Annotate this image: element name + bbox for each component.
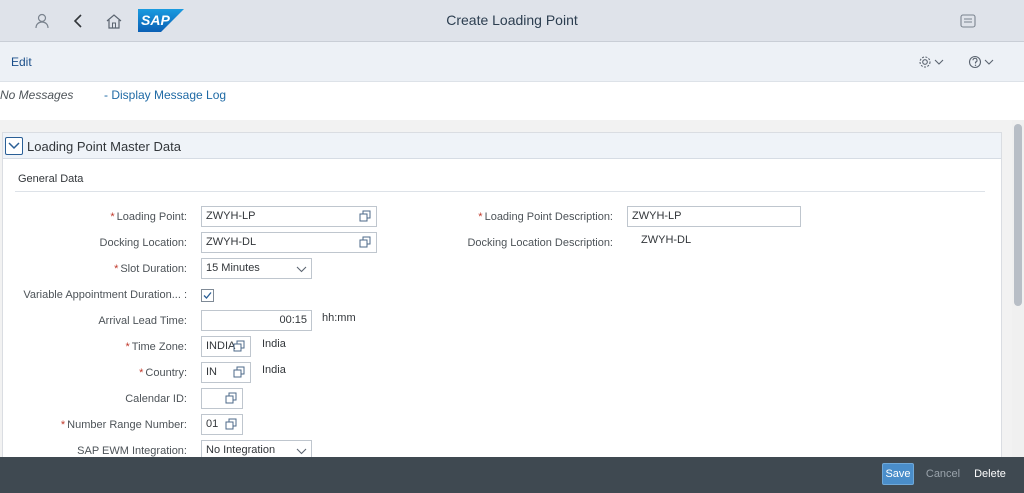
loading-point-input[interactable]: ZWYH-LP	[201, 206, 377, 227]
time-zone-label: * Time Zone:	[125, 341, 187, 353]
chevron-down-icon	[296, 448, 307, 455]
required-marker: *	[110, 211, 115, 223]
slot-duration-label: * Slot Duration:	[114, 263, 187, 275]
panel-header: Loading Point Master Data	[3, 133, 1001, 159]
required-marker: *	[139, 367, 144, 379]
chevron-down-icon	[984, 59, 994, 65]
group-title: General Data	[18, 173, 84, 185]
chevron-down-icon	[934, 59, 944, 65]
arrival-lead-time-label: Arrival Lead Time:	[98, 315, 187, 327]
arrival-lead-time-unit: hh:mm	[322, 312, 356, 324]
loading-point-description-label: * Loading Point Description:	[478, 211, 613, 223]
save-button[interactable]: Save	[882, 463, 914, 485]
value-help-icon[interactable]	[225, 418, 237, 430]
sap-logo-text: SAP	[141, 12, 170, 28]
vertical-scrollbar[interactable]	[1012, 120, 1024, 457]
panel-title: Loading Point Master Data	[27, 139, 181, 154]
footer-toolbar: Save Cancel Delete	[0, 457, 1024, 493]
loading-point-description-input[interactable]: ZWYH-LP	[627, 206, 801, 227]
message-status: No Messages	[0, 88, 74, 102]
cancel-button[interactable]: Cancel	[924, 463, 962, 485]
number-range-input[interactable]: 01	[201, 414, 243, 435]
time-zone-text: India	[262, 338, 286, 350]
user-icon[interactable]	[30, 9, 54, 33]
master-data-panel: Loading Point Master Data General Data *…	[2, 132, 1002, 461]
required-marker: *	[125, 341, 130, 353]
group-divider	[15, 191, 985, 192]
shell-bar: SAP Create Loading Point	[0, 0, 1024, 42]
message-bar: No Messages - Display Message Log	[0, 82, 1024, 120]
collapse-button[interactable]	[5, 137, 23, 155]
value-help-icon[interactable]	[233, 340, 245, 352]
app-toolbar: Edit	[0, 42, 1024, 82]
sap-logo[interactable]: SAP	[138, 9, 184, 32]
loading-point-label: * Loading Point:	[110, 211, 187, 223]
docking-location-input[interactable]: ZWYH-DL	[201, 232, 377, 253]
value-help-icon[interactable]	[359, 210, 371, 222]
variable-appointment-checkbox[interactable]	[201, 289, 214, 302]
checkmark-icon	[203, 292, 212, 299]
country-label: * Country:	[139, 367, 187, 379]
help-icon	[968, 55, 982, 69]
delete-button[interactable]: Delete	[972, 463, 1008, 485]
content-area: Loading Point Master Data General Data *…	[0, 120, 1012, 461]
value-help-icon[interactable]	[233, 366, 245, 378]
docking-location-description-value: ZWYH-DL	[641, 234, 692, 246]
calendar-id-label: Calendar ID:	[125, 393, 187, 405]
gear-icon	[919, 56, 931, 68]
required-marker: *	[478, 211, 483, 223]
settings-menu-button[interactable]	[918, 53, 944, 71]
docking-location-description-label: Docking Location Description:	[467, 237, 613, 249]
scrollbar-thumb[interactable]	[1014, 124, 1022, 306]
value-help-icon[interactable]	[225, 392, 237, 404]
display-message-log-link[interactable]: - Display Message Log	[104, 88, 226, 102]
required-marker: *	[114, 263, 119, 275]
required-marker: *	[60, 419, 66, 431]
arrival-lead-time-input[interactable]: 00:15	[201, 310, 312, 331]
help-menu-button[interactable]	[968, 53, 994, 71]
ewm-integration-label: SAP EWM Integration:	[77, 445, 187, 457]
chevron-down-icon	[8, 142, 20, 150]
value-help-icon[interactable]	[359, 236, 371, 248]
number-range-label: * Number Range Number:	[60, 419, 187, 431]
edit-button[interactable]: Edit	[11, 55, 32, 69]
chevron-down-icon	[296, 266, 307, 273]
notifications-icon[interactable]	[956, 9, 980, 33]
home-icon[interactable]	[102, 9, 126, 33]
variable-appointment-label: Variable Appointment Duration... :	[23, 289, 187, 301]
country-text: India	[262, 364, 286, 376]
back-icon[interactable]	[66, 9, 90, 33]
time-zone-input[interactable]: INDIA	[201, 336, 251, 357]
country-input[interactable]: IN	[201, 362, 251, 383]
calendar-id-input[interactable]	[201, 388, 243, 409]
docking-location-label: Docking Location:	[99, 237, 187, 249]
slot-duration-select[interactable]: 15 Minutes	[201, 258, 312, 279]
